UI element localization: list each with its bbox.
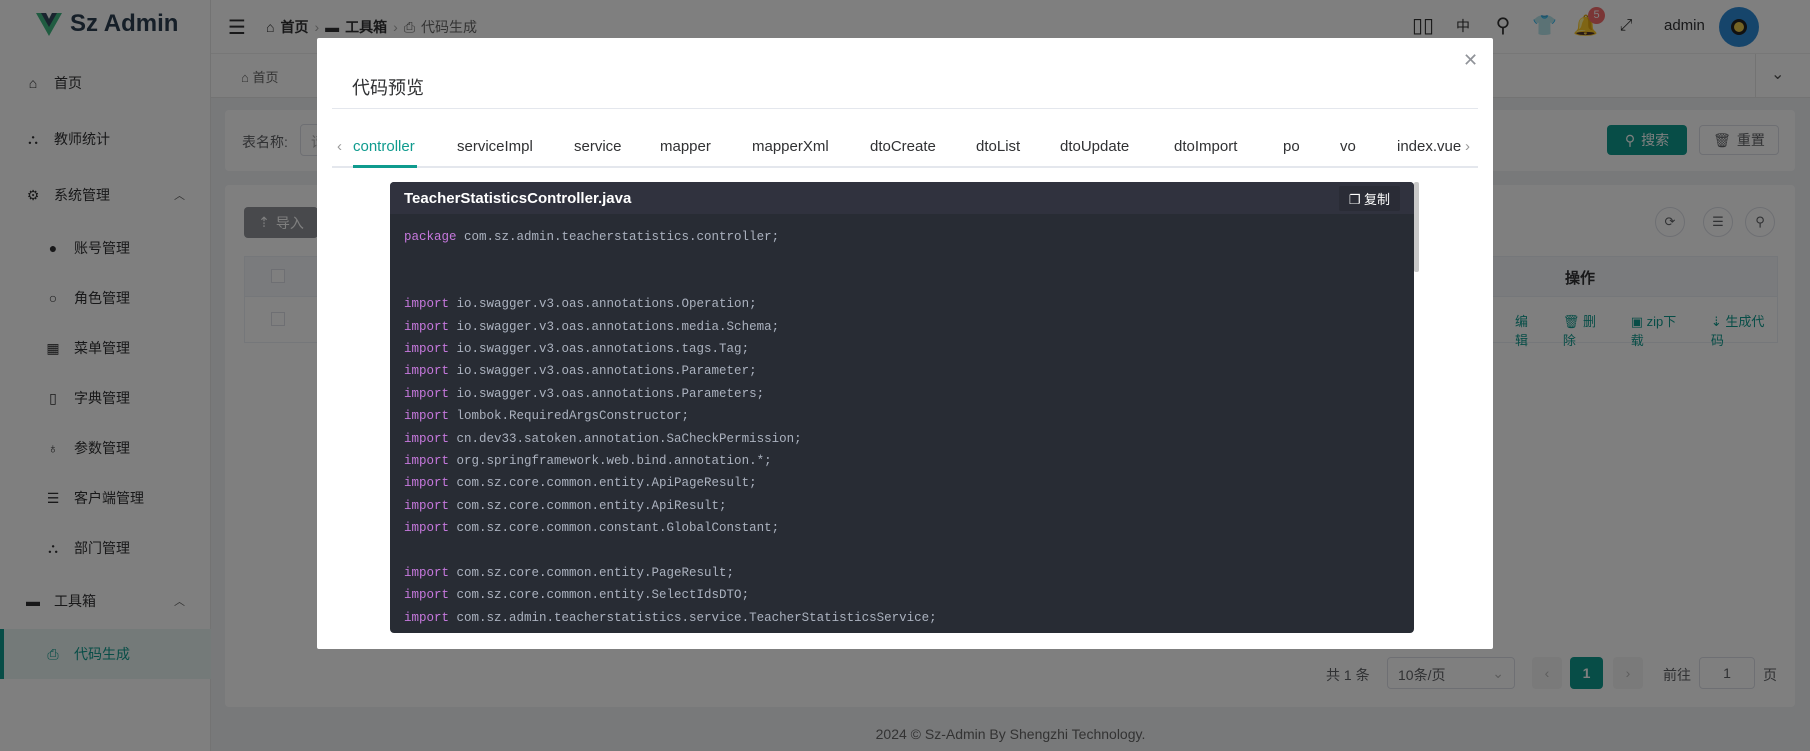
code-text: com.sz.core.common.entity.PageResult; <box>449 565 735 580</box>
code-keyword: import <box>404 521 450 536</box>
code-line: import org.springframework.web.bind.anno… <box>404 450 1400 472</box>
code-line: import io.swagger.v3.oas.annotations.med… <box>404 316 1400 338</box>
code-line: import com.sz.core.common.entity.ApiPage… <box>404 472 1400 494</box>
code-keyword: import <box>404 297 450 312</box>
code-header: TeacherStatisticsController.java ❐ 复制 <box>390 182 1414 214</box>
code-text: io.swagger.v3.oas.annotations.tags.Tag; <box>449 341 750 356</box>
code-text: com.sz.admin.teacherstatistics.service.T… <box>449 610 937 625</box>
code-line: import cn.dev33.satoken.annotation.SaChe… <box>404 428 1400 450</box>
code-line: import com.sz.admin.teacherstatistics.se… <box>404 607 1400 629</box>
tabs-baseline <box>332 166 1478 168</box>
tab-serviceImpl[interactable]: serviceImpl <box>457 138 533 155</box>
code-text: io.swagger.v3.oas.annotations.Parameter; <box>449 364 757 379</box>
tab-index-vue[interactable]: index.vue <box>1397 138 1461 155</box>
code-block: TeacherStatisticsController.java ❐ 复制 pa… <box>390 182 1414 633</box>
tab-mapper[interactable]: mapper <box>660 138 711 155</box>
tabs-scroll-left-icon[interactable]: ‹ <box>337 138 342 155</box>
tab-dtoCreate[interactable]: dtoCreate <box>870 138 936 155</box>
close-icon[interactable]: ✕ <box>1463 50 1478 71</box>
code-keyword: import <box>404 453 450 468</box>
code-text: lombok.RequiredArgsConstructor; <box>449 409 690 424</box>
code-keyword: import <box>404 364 450 379</box>
code-line: import io.swagger.v3.oas.annotations.Par… <box>404 383 1400 405</box>
code-line: package com.sz.admin.teacherstatistics.c… <box>404 226 1400 248</box>
code-line: import lombok.RequiredArgsConstructor; <box>404 405 1400 427</box>
code-line: import com.sz.core.common.entity.SelectI… <box>404 584 1400 606</box>
code-line: import io.swagger.v3.oas.annotations.Par… <box>404 360 1400 382</box>
code-text: com.sz.core.common.entity.ApiResult; <box>449 498 727 513</box>
copy-button[interactable]: ❐ 复制 <box>1338 185 1400 211</box>
code-line: import io.swagger.v3.oas.annotations.Ope… <box>404 293 1400 315</box>
file-name: TeacherStatisticsController.java <box>404 189 632 207</box>
code-keyword: import <box>404 476 450 491</box>
code-keyword: import <box>404 610 450 625</box>
tabs-scroll-right-icon[interactable]: › <box>1465 138 1470 155</box>
tab-dtoList[interactable]: dtoList <box>976 138 1020 155</box>
code-keyword: import <box>404 498 450 513</box>
tab-service[interactable]: service <box>574 138 622 155</box>
code-keyword: package <box>404 230 457 244</box>
code-keyword: import <box>404 341 450 356</box>
tab-dtoUpdate[interactable]: dtoUpdate <box>1060 138 1129 155</box>
code-preview-dialog: 代码预览 ✕ ‹ › controller serviceImpl service m… <box>317 38 1493 649</box>
tab-controller[interactable]: controller <box>353 138 415 155</box>
code-text: com.sz.core.common.entity.SelectIdsDTO; <box>449 588 750 603</box>
code-line: import com.sz.core.common.constant.Globa… <box>404 517 1400 539</box>
tab-dtoImport[interactable]: dtoImport <box>1174 138 1237 155</box>
code-text: org.springframework.web.bind.annotation.… <box>449 453 772 468</box>
copy-label: 复制 <box>1363 191 1390 207</box>
active-tab-indicator <box>353 165 417 168</box>
code-line: import com.sz.core.common.entity.PageRes… <box>404 562 1400 584</box>
code-text: com.sz.core.common.entity.ApiPageResult; <box>449 476 757 491</box>
code-text: com.sz.core.common.constant.GlobalConsta… <box>449 521 780 536</box>
code-keyword: import <box>404 319 450 334</box>
divider <box>332 108 1478 109</box>
tab-vo[interactable]: vo <box>1340 138 1356 155</box>
code-content[interactable]: package com.sz.admin.teacherstatistics.c… <box>390 214 1414 633</box>
code-keyword: import <box>404 386 450 401</box>
code-text: cn.dev33.satoken.annotation.SaCheckPermi… <box>449 431 802 446</box>
copy-icon: ❐ <box>1348 191 1364 207</box>
code-scrollbar[interactable] <box>1414 182 1419 272</box>
tab-mapperXml[interactable]: mapperXml <box>752 138 829 155</box>
code-line: import io.swagger.v3.oas.annotations.tag… <box>404 338 1400 360</box>
code-keyword: import <box>404 588 450 603</box>
code-text: io.swagger.v3.oas.annotations.Parameters… <box>449 386 765 401</box>
code-keyword: import <box>404 409 450 424</box>
code-keyword: import <box>404 431 450 446</box>
dialog-title: 代码预览 <box>352 78 424 98</box>
code-text: io.swagger.v3.oas.annotations.Operation; <box>449 297 757 312</box>
code-text: com.sz.admin.teacherstatistics.controlle… <box>456 230 780 244</box>
tab-po[interactable]: po <box>1283 138 1300 155</box>
code-text: io.swagger.v3.oas.annotations.media.Sche… <box>449 319 780 334</box>
code-line: import com.sz.core.common.entity.ApiResu… <box>404 495 1400 517</box>
code-keyword: import <box>404 565 450 580</box>
